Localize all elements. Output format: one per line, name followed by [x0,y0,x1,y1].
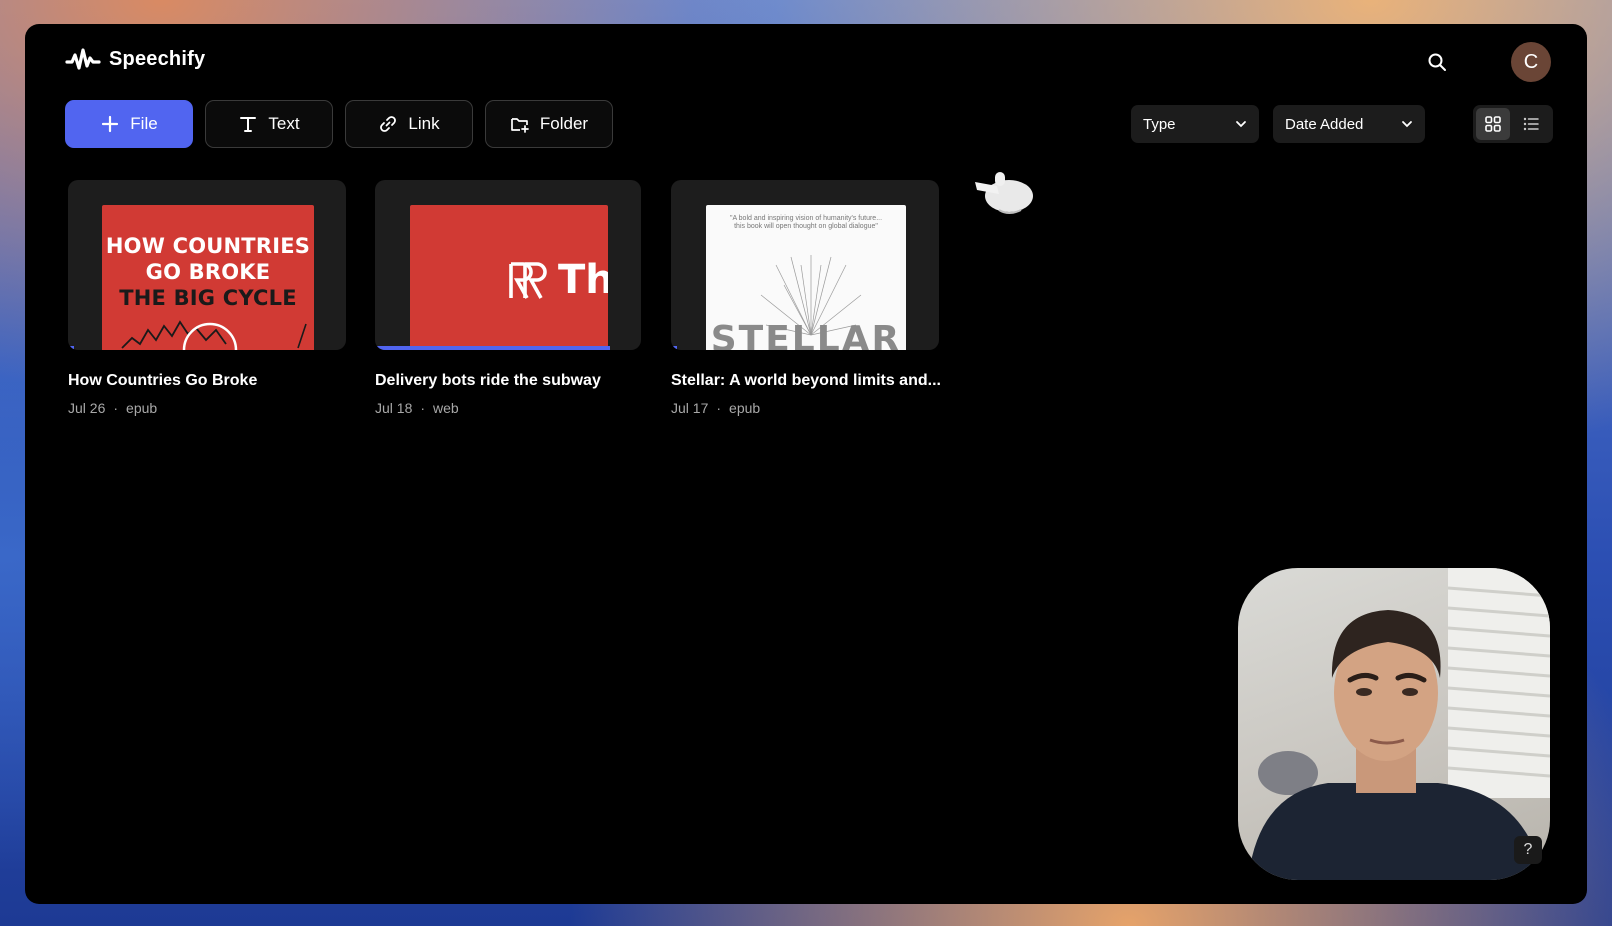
book-cover: "A bold and inspiring vision of humanity… [706,205,906,350]
article-cover: The [410,205,608,350]
add-link-label: Link [408,114,440,133]
book-cover: HOW COUNTRIES GO BROKE THE BIG CYCLE [102,205,314,350]
help-button[interactable]: ? [1514,836,1542,864]
text-icon [240,117,257,132]
add-text-label: Text [268,114,300,133]
grid-icon [1485,116,1501,132]
search-icon [1428,53,1446,71]
item-meta: Jul 17 · epub [671,400,939,416]
link-icon [380,116,397,132]
cover-quote: "A bold and inspiring vision of humanity… [729,215,883,230]
folder-plus-icon [511,118,529,133]
plus-icon [102,115,119,133]
list-view-button[interactable] [1514,108,1548,140]
cover-text: The [558,257,608,303]
reading-progress-bar [671,346,677,350]
library-item[interactable]: "A bold and inspiring vision of humanity… [671,180,941,416]
waveform-logo-icon [65,48,101,70]
add-folder-label: Folder [539,114,589,133]
item-format: epub [729,400,761,416]
list-icon [1523,117,1539,131]
item-thumbnail[interactable]: The [375,180,641,350]
item-thumbnail[interactable]: "A bold and inspiring vision of humanity… [671,180,939,350]
add-file-button[interactable]: File [65,100,193,148]
meta-separator: · [420,400,426,416]
hand-cursor-icon [969,164,1039,229]
meta-separator: · [113,400,119,416]
speechify-logo[interactable]: Speechify [65,46,205,72]
add-file-label: File [130,114,158,133]
item-format: web [433,400,459,416]
library-item[interactable]: HOW COUNTRIES GO BROKE THE BIG CYCLE How… [68,180,346,416]
add-folder-button[interactable]: Folder [485,100,613,148]
type-filter-label: Type [1143,115,1176,133]
item-meta: Jul 18 · web [375,400,641,416]
user-avatar[interactable]: C [1511,42,1551,82]
chevron-down-icon [1236,121,1246,128]
item-title: Delivery bots ride the subway [375,372,601,389]
chevron-down-icon [1402,121,1412,128]
item-title: How Countries Go Broke [68,372,258,389]
sort-dropdown[interactable]: Date Added [1273,105,1425,143]
publisher-logo-icon [509,262,547,299]
item-meta: Jul 26 · epub [68,400,346,416]
library-item[interactable]: The Delivery bots ride the subway Jul 18… [375,180,641,416]
webcam-overlay [1238,568,1550,880]
search-button[interactable] [1423,48,1451,76]
item-format: epub [126,400,158,416]
type-filter-dropdown[interactable]: Type [1131,105,1259,143]
item-thumbnail[interactable]: HOW COUNTRIES GO BROKE THE BIG CYCLE [68,180,346,350]
cover-title: STELLAR [710,319,902,350]
add-link-button[interactable]: Link [345,100,473,148]
app-name: Speechify [109,47,206,70]
grid-view-button[interactable] [1476,108,1510,140]
reading-progress-bar [377,346,610,350]
item-date: Jul 18 [375,400,413,416]
view-mode-toggle [1473,105,1553,143]
reading-progress-bar [68,346,74,350]
item-date: Jul 17 [671,400,709,416]
item-date: Jul 26 [68,400,106,416]
sort-label: Date Added [1285,115,1364,133]
add-text-button[interactable]: Text [205,100,333,148]
meta-separator: · [716,400,722,416]
presenter-video-frame [1248,568,1550,880]
item-title: Stellar: A world beyond limits and... [671,372,941,389]
cover-chart-graphic [121,320,307,350]
